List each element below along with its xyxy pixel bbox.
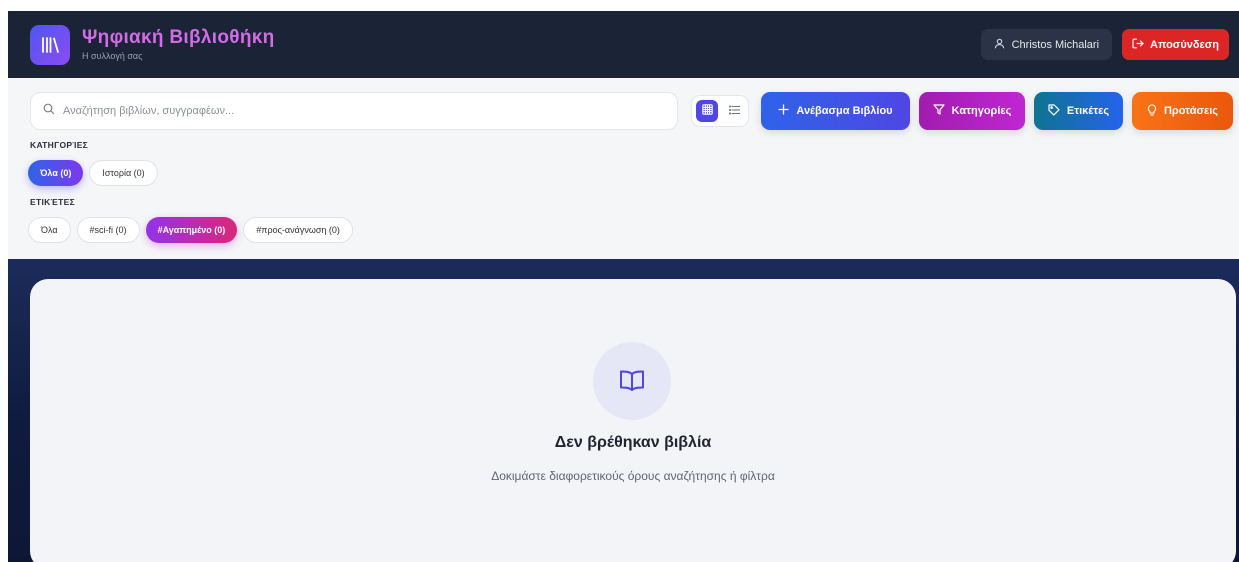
search-icon	[43, 102, 55, 120]
category-chip-all[interactable]: Όλα (0)	[28, 160, 84, 186]
app-title: Ψηφιακή Βιβλιοθήκη	[82, 27, 275, 48]
top-header: Ψηφιακή Βιβλιοθήκη Η συλλογή σας Christo…	[8, 11, 1239, 78]
tag-chip-sci-fi[interactable]: #sci-fi (0)	[76, 217, 140, 243]
app-frame: Ψηφιακή Βιβλιοθήκη Η συλλογή σας Christo…	[8, 11, 1239, 562]
list-view-button[interactable]	[724, 100, 744, 122]
tags-label: Ετικέτες	[1066, 105, 1110, 117]
toolbar-panel: Ανέβασμα Βιβλίου Κατηγορίες Ετικέτες Προ…	[8, 78, 1239, 259]
category-chips: Όλα (0) Ιστορία (0)	[28, 160, 158, 186]
list-icon	[728, 102, 740, 120]
app-subtitle: Η συλλογή σας	[82, 51, 143, 61]
empty-state-card: Δεν βρέθηκαν βιβλία Δοκιμάστε διαφορετικ…	[30, 279, 1236, 562]
logout-button[interactable]: Αποσύνδεση	[1122, 29, 1229, 60]
categories-button[interactable]: Κατηγορίες	[919, 92, 1025, 130]
plus-icon	[778, 104, 790, 118]
categories-heading: ΚΑΤΗΓΟΡΊΕΣ	[30, 140, 89, 150]
empty-state-subtitle: Δοκιμάστε διαφορετικούς όρους αναζήτησης…	[491, 469, 775, 483]
filter-icon	[933, 104, 945, 118]
library-icon[interactable]	[30, 24, 70, 65]
search-box	[30, 92, 678, 130]
tag-chips: Όλα #sci-fi (0) #Αγαπημένο (0) #προς-ανά…	[28, 217, 353, 243]
suggestions-button[interactable]: Προτάσεις	[1132, 92, 1233, 130]
tags-heading: ΕΤΙΚΈΤΕΣ	[30, 197, 75, 207]
logout-label: Αποσύνδεση	[1150, 38, 1219, 51]
user-name: Christos Michalari	[1011, 38, 1100, 51]
categories-label: Κατηγορίες	[951, 105, 1012, 117]
empty-state-title: Δεν βρέθηκαν βιβλία	[554, 434, 712, 451]
tag-icon	[1048, 103, 1060, 119]
grid-view-button[interactable]	[696, 100, 718, 122]
tag-chip-to-read[interactable]: #προς-ανάγνωση (0)	[243, 217, 353, 243]
logout-icon	[1132, 38, 1144, 52]
lightbulb-icon	[1147, 103, 1157, 119]
upload-book-button[interactable]: Ανέβασμα Βιβλίου	[761, 92, 910, 130]
tag-chip-all[interactable]: Όλα	[28, 217, 71, 243]
tags-button[interactable]: Ετικέτες	[1034, 92, 1123, 130]
open-book-icon	[593, 342, 671, 420]
tag-chip-favorite[interactable]: #Αγαπημένο (0)	[145, 217, 238, 243]
user-profile-button[interactable]: Christos Michalari	[980, 29, 1113, 60]
user-icon	[994, 38, 1005, 52]
upload-book-label: Ανέβασμα Βιβλίου	[796, 105, 893, 117]
grid-icon	[701, 102, 713, 120]
brand: Ψηφιακή Βιβλιοθήκη Η συλλογή σας	[82, 27, 275, 62]
suggestions-label: Προτάσεις	[1163, 105, 1219, 117]
category-chip-history[interactable]: Ιστορία (0)	[89, 160, 158, 186]
search-input[interactable]	[63, 105, 663, 117]
view-toggle	[691, 95, 749, 127]
